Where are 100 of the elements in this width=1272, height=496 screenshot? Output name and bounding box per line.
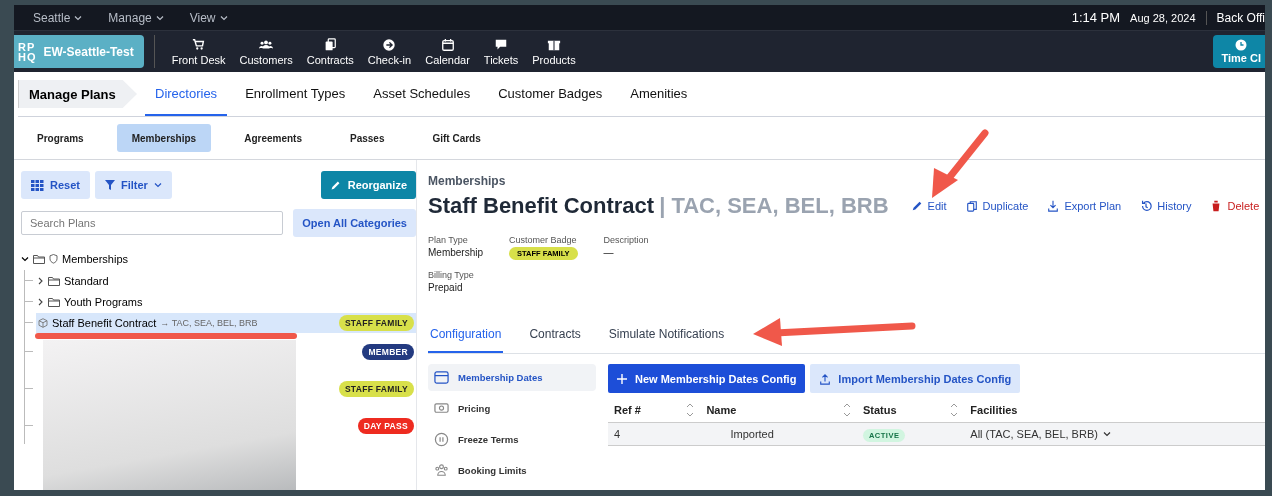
copy-icon <box>965 200 978 212</box>
annotation-arrow <box>932 129 989 198</box>
plan-facilities: | TAC, SEA, BEL, BRB <box>659 193 889 219</box>
field-value: — <box>603 247 615 258</box>
reset-button[interactable]: Reset <box>21 171 90 199</box>
tab[interactable]: Enrollment Types <box>235 72 356 116</box>
tab[interactable]: Contracts <box>527 321 583 353</box>
field-value: Prepaid <box>428 282 464 293</box>
site-name: EW-Seattle-Test <box>43 44 134 59</box>
sub-tab[interactable]: Agreements <box>229 124 317 152</box>
chevron-down-icon <box>74 14 83 21</box>
action-link[interactable]: Duplicate <box>965 200 1029 212</box>
action-link[interactable]: History <box>1140 200 1192 212</box>
tree-item[interactable]: Standard <box>64 274 109 287</box>
column-header[interactable]: Name <box>706 403 737 416</box>
action-link[interactable]: Edit <box>910 200 947 212</box>
banknote-icon <box>434 401 449 416</box>
field-label: Billing Type <box>428 270 475 280</box>
sub-tab[interactable]: Memberships <box>116 124 212 152</box>
clock-time: 1:14 PM <box>1071 10 1121 25</box>
filter-button[interactable]: Filter <box>94 171 172 199</box>
chevron-down-icon <box>1102 431 1111 437</box>
tree-item[interactable]: Memberships <box>62 253 129 265</box>
badge: STAFF FAMILY <box>338 314 414 331</box>
nav-item[interactable]: Check-in <box>360 37 419 66</box>
folder-icon <box>33 254 45 264</box>
open-all-categories-button[interactable]: Open All Categories <box>293 209 416 237</box>
people-icon <box>434 463 449 478</box>
action-link[interactable]: Delete <box>1210 200 1260 212</box>
sort-icon[interactable] <box>950 402 959 417</box>
shield-icon <box>49 254 58 264</box>
tree-item[interactable]: Staff Benefit Contract <box>52 316 157 329</box>
table-cell: 4 <box>608 422 701 446</box>
column-header[interactable]: Facilities <box>970 403 1018 416</box>
tree-item[interactable]: Youth Programs <box>64 295 143 308</box>
nav-item[interactable]: Customers <box>232 37 300 66</box>
account-menu[interactable]: Back Offi <box>1205 10 1265 25</box>
chevron-down-icon <box>153 182 162 188</box>
sort-icon[interactable] <box>842 402 851 417</box>
action-link[interactable]: Export Plan <box>1047 200 1122 212</box>
field-label: Plan Type <box>428 235 469 245</box>
nav-item[interactable]: Calendar <box>418 37 477 66</box>
folder-icon <box>48 296 60 307</box>
history-icon <box>1140 200 1153 212</box>
tab[interactable]: Simulate Notifications <box>606 321 727 353</box>
search-field[interactable]: Search Plans <box>21 211 283 235</box>
field-label: Description <box>603 235 649 245</box>
sub-tab[interactable]: Gift Cards <box>417 124 496 152</box>
calendar-icon <box>440 37 455 52</box>
menu-button[interactable]: View <box>183 9 234 26</box>
nav-item[interactable]: Contracts <box>299 37 361 66</box>
arrow-circle-icon <box>382 37 397 52</box>
sort-icon[interactable] <box>686 402 695 417</box>
grid-icon <box>31 179 44 191</box>
column-header[interactable]: Ref # <box>614 403 641 416</box>
pencil-icon <box>329 179 341 191</box>
new-config-button[interactable]: New Membership Dates Config <box>608 364 806 393</box>
nav-item[interactable]: Tickets <box>476 37 526 66</box>
menu-button[interactable]: Seattle <box>27 9 89 26</box>
upload-icon <box>819 372 832 385</box>
tab[interactable]: Amenities <box>620 72 698 116</box>
badge: MEMBER <box>362 343 414 360</box>
plan-title: Staff Benefit Contract <box>428 193 655 219</box>
clock-icon <box>1235 39 1248 51</box>
chevron-down-icon <box>155 14 164 21</box>
tab[interactable]: Directories <box>145 72 228 116</box>
column-header[interactable]: Status <box>862 403 897 416</box>
filter-icon <box>104 180 115 190</box>
field-label: Customer Badge <box>509 235 578 245</box>
sub-tab[interactable]: Programs <box>22 124 99 152</box>
nav-item[interactable]: Products <box>525 37 583 66</box>
cart-icon <box>191 37 206 52</box>
side-menu-item[interactable]: Membership Dates <box>428 364 596 391</box>
breadcrumb: Manage Plans <box>18 80 137 108</box>
menu-button[interactable]: Manage <box>102 9 170 26</box>
date: Aug 28, 2024 <box>1130 11 1196 24</box>
side-menu-item[interactable]: Freeze Terms <box>428 426 596 453</box>
tab[interactable]: Customer Badges <box>488 72 613 116</box>
import-config-button[interactable]: Import Membership Dates Config <box>810 364 1021 393</box>
table-cell: Imported <box>700 422 857 446</box>
documents-icon <box>323 37 338 52</box>
facility-list: → TAC, SEA, BEL, BRB <box>160 317 258 328</box>
folder-icon <box>48 275 60 286</box>
reorganize-button[interactable]: Reorganize <box>320 171 416 199</box>
chevron-right-icon <box>38 276 44 285</box>
chevron-right-icon <box>38 297 44 306</box>
logo: RP HQ <box>18 41 37 62</box>
chevron-down-icon <box>21 256 29 262</box>
side-menu-item[interactable]: Pricing <box>428 395 596 422</box>
cube-icon <box>38 317 48 328</box>
tab[interactable]: Asset Schedules <box>363 72 481 116</box>
sub-tab[interactable]: Passes <box>334 124 400 152</box>
calendar-icon <box>434 370 449 385</box>
category-label: Memberships <box>428 174 507 188</box>
download-icon <box>1047 200 1060 212</box>
tab[interactable]: Configuration <box>428 321 504 353</box>
pencil-icon <box>910 200 923 212</box>
time-clock-button[interactable]: Time Cl <box>1213 35 1265 68</box>
nav-item[interactable]: Front Desk <box>164 37 233 66</box>
side-menu-item[interactable]: Booking Limits <box>428 457 596 484</box>
